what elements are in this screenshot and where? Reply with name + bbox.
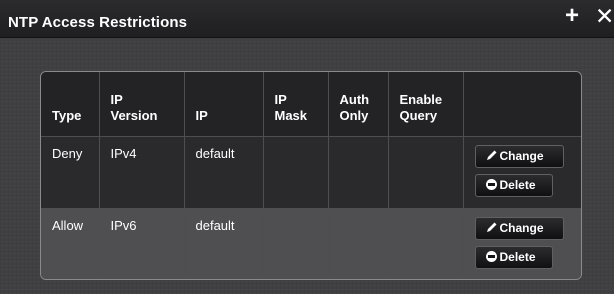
cell-ip: default [183,207,264,279]
cell-actions: Change Delete [462,135,581,209]
panel-body: Type IP Version IP IP Mask Auth Only Enable… [0,38,614,294]
delete-button-label: Delete [499,177,536,192]
panel-header: NTP Access Restrictions + ✕ [0,0,614,38]
change-button[interactable]: Change [474,216,564,240]
table-row: Deny IPv4 default Change Delete [41,135,581,209]
column-header-auth-only: Auth Only [327,72,389,137]
delete-button[interactable]: Delete [474,245,553,269]
close-icon[interactable]: ✕ [595,4,614,28]
plus-icon[interactable]: + [565,4,579,28]
panel-title: NTP Access Restrictions [8,14,188,31]
delete-button[interactable]: Delete [474,173,553,197]
cell-ip: default [183,135,264,209]
restrictions-table-container: Type IP Version IP IP Mask Auth Only Enable… [40,71,582,280]
cell-auth-only [327,135,389,209]
ntp-access-restrictions-panel: NTP Access Restrictions + ✕ Type IP Versi… [0,0,614,294]
cell-ip-mask [262,207,329,279]
column-header-ip-mask: IP Mask [262,72,329,137]
minus-circle-icon [485,250,497,262]
pencil-icon [486,222,496,232]
cell-ip-version: IPv6 [98,207,185,279]
cell-type: Deny [41,135,100,209]
cell-ip-mask [262,135,329,209]
cell-ip-version: IPv4 [98,135,185,209]
change-button-label: Change [499,220,544,235]
delete-button-label: Delete [499,249,536,264]
column-header-type: Type [41,72,100,137]
restrictions-table: Type IP Version IP IP Mask Auth Only Enable… [41,72,581,279]
table-row: Allow IPv6 default Change Delete [41,207,581,279]
cell-enable-query [387,135,464,209]
pencil-icon [486,150,496,160]
table-header-row: Type IP Version IP IP Mask Auth Only Enable… [41,72,581,137]
column-header-ip: IP [183,72,264,137]
cell-type: Allow [41,207,100,279]
change-button-label: Change [499,148,544,163]
cell-auth-only [327,207,389,279]
cell-actions: Change Delete [462,207,581,279]
cell-enable-query [387,207,464,279]
column-header-ip-version: IP Version [98,72,185,137]
column-header-enable-query: Enable Query [387,72,464,137]
minus-circle-icon [485,178,497,190]
change-button[interactable]: Change [474,144,564,168]
column-header-actions [462,72,581,137]
